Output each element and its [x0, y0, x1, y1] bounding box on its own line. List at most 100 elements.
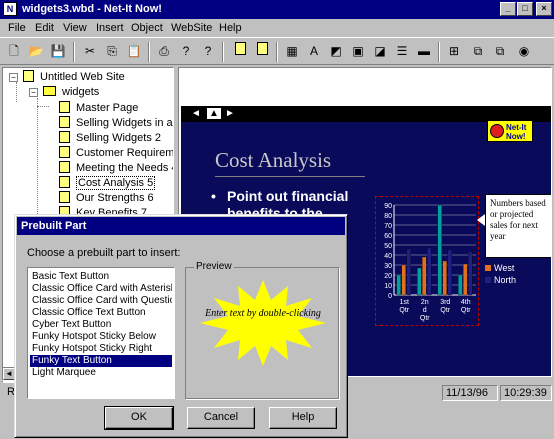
page-icon — [59, 101, 70, 113]
tree-root[interactable]: − Untitled Web Site — [9, 70, 125, 85]
window-title: widgets3.wbd - Net-It Now! — [22, 3, 162, 15]
tree-page[interactable]: Selling Widgets 2 — [59, 131, 161, 146]
page-setup-icon[interactable]: ⧉ — [490, 42, 510, 62]
dialog-prompt: Choose a prebuilt part to insert: — [27, 247, 181, 259]
close-button[interactable]: × — [536, 2, 552, 16]
funky-button-preview: Enter text by double-clicking — [196, 278, 330, 368]
menu-insert[interactable]: Insert — [96, 22, 124, 34]
menu-object[interactable]: Object — [131, 22, 163, 34]
prebuilt-part-list[interactable]: Basic Text Button Classic Office Card wi… — [27, 267, 175, 399]
y-tick-label: 10 — [384, 283, 392, 290]
bar — [468, 251, 473, 296]
preview-text: Enter text by double-clicking — [205, 308, 321, 319]
list-item[interactable]: Funky Hotspot Sticky Below — [30, 331, 172, 343]
tree-page[interactable]: Our Strengths 6 — [59, 191, 154, 206]
menu-help[interactable]: Help — [219, 22, 242, 34]
hotspot-icon[interactable]: ◪ — [370, 42, 390, 62]
paste-icon[interactable]: 📋 — [124, 42, 144, 62]
tree-folder[interactable]: − widgets — [29, 86, 99, 101]
list-icon[interactable]: ☰ — [392, 42, 412, 62]
list-item[interactable]: Classic Office Text Button — [30, 307, 172, 319]
nav-next-icon[interactable]: ► — [225, 108, 235, 119]
collapse-icon[interactable]: − — [29, 88, 38, 97]
preview-group: Preview Enter text by double-clicking — [185, 261, 339, 399]
x-tick-label: Qtr — [399, 307, 409, 314]
list-item[interactable]: Light Marquee — [30, 367, 172, 379]
x-tick-label: 3rd — [440, 299, 450, 306]
preview-label: Preview — [194, 261, 234, 272]
new-page-icon[interactable] — [230, 42, 250, 62]
list-item[interactable]: Cyber Text Button — [30, 319, 172, 331]
list-item[interactable]: Basic Text Button — [30, 271, 172, 283]
ok-button[interactable]: OK — [104, 406, 174, 430]
tree-page-selected[interactable]: Cost Analysis 5 — [59, 176, 156, 191]
status-date: 11/13/96 — [442, 385, 498, 401]
cancel-button[interactable]: Cancel — [187, 407, 255, 429]
bar — [437, 204, 442, 296]
maximize-button[interactable]: □ — [517, 2, 533, 16]
menu-file[interactable]: File — [8, 22, 26, 34]
slide-title: Cost Analysis — [215, 148, 332, 172]
new-icon[interactable]: 🗋 — [4, 42, 24, 62]
bar — [463, 263, 468, 296]
list-item[interactable]: Classic Office Card with Asterisk — [30, 283, 172, 295]
marquee-icon[interactable]: ▬ — [414, 42, 434, 62]
chart-frame[interactable]: 0 10 20 30 40 50 60 70 80 90 1st Qtr 2n d Qtr 3rd Qtr 4th… — [375, 196, 479, 326]
print-icon[interactable]: ⎙ — [154, 42, 174, 62]
picture-icon[interactable]: ▣ — [348, 42, 368, 62]
tree-page[interactable]: Meeting the Needs 4 — [59, 161, 173, 176]
menu-website[interactable]: WebSite — [171, 22, 212, 34]
menu-edit[interactable]: Edit — [35, 22, 54, 34]
dialog-title: Prebuilt Part — [17, 217, 345, 235]
y-tick-label: 90 — [384, 203, 392, 210]
folder-icon — [43, 86, 56, 96]
chart-legend: West North — [485, 262, 525, 286]
nav-home-icon[interactable]: ▲ — [207, 108, 221, 119]
tree-page[interactable]: Selling Widgets in a t — [59, 116, 173, 131]
page-icon — [59, 191, 70, 203]
bar — [447, 249, 452, 296]
bar — [427, 247, 432, 296]
bar — [396, 274, 401, 296]
copy-page-icon[interactable]: ⧉ — [468, 42, 488, 62]
page-icon — [59, 131, 70, 143]
browser-icon[interactable]: ◉ — [514, 42, 534, 62]
list-item[interactable]: Classic Office Card with Question — [30, 295, 172, 307]
text-icon[interactable]: A — [304, 42, 324, 62]
legend-item: North — [485, 274, 525, 286]
tree-page[interactable]: Customer Requiremer — [59, 146, 173, 161]
menu-view[interactable]: View — [63, 22, 87, 34]
y-tick-label: 80 — [384, 213, 392, 220]
y-tick-label: 0 — [388, 293, 392, 300]
bar — [442, 260, 447, 296]
copy-icon[interactable]: ⎘ — [102, 42, 122, 62]
divider — [215, 176, 365, 177]
nav-prev-icon[interactable]: ◄ — [191, 108, 201, 119]
help-icon[interactable]: ? — [176, 42, 196, 62]
callout-pointer — [477, 214, 485, 226]
image-icon[interactable]: ◩ — [326, 42, 346, 62]
cut-icon[interactable]: ✂ — [80, 42, 100, 62]
help-button[interactable]: Help — [269, 407, 337, 429]
publish-icon[interactable]: ⊞ — [444, 42, 464, 62]
y-tick-label: 40 — [384, 253, 392, 260]
open-icon[interactable]: 📂 — [26, 42, 46, 62]
bar — [458, 274, 463, 296]
x-tick-label: 1st — [400, 299, 409, 306]
insert-page-icon[interactable] — [252, 42, 272, 62]
status-time: 10:29:39 — [500, 385, 552, 401]
tree-page[interactable]: Master Page — [59, 101, 138, 116]
page-icon — [59, 116, 70, 128]
legend-item: West — [485, 262, 525, 274]
logo-mark-icon — [490, 124, 504, 138]
x-tick-label: 2n — [421, 299, 429, 306]
y-tick-label: 20 — [384, 273, 392, 280]
context-help-icon[interactable]: ? — [198, 42, 218, 62]
collapse-icon[interactable]: − — [9, 73, 18, 82]
save-icon[interactable]: 💾 — [48, 42, 68, 62]
list-item[interactable]: Funky Hotspot Sticky Right — [30, 343, 172, 355]
list-item-selected[interactable]: Funky Text Button — [30, 355, 172, 367]
minimize-button[interactable]: _ — [500, 2, 516, 16]
y-tick-label: 30 — [384, 263, 392, 270]
grid-icon[interactable]: ▦ — [282, 42, 302, 62]
